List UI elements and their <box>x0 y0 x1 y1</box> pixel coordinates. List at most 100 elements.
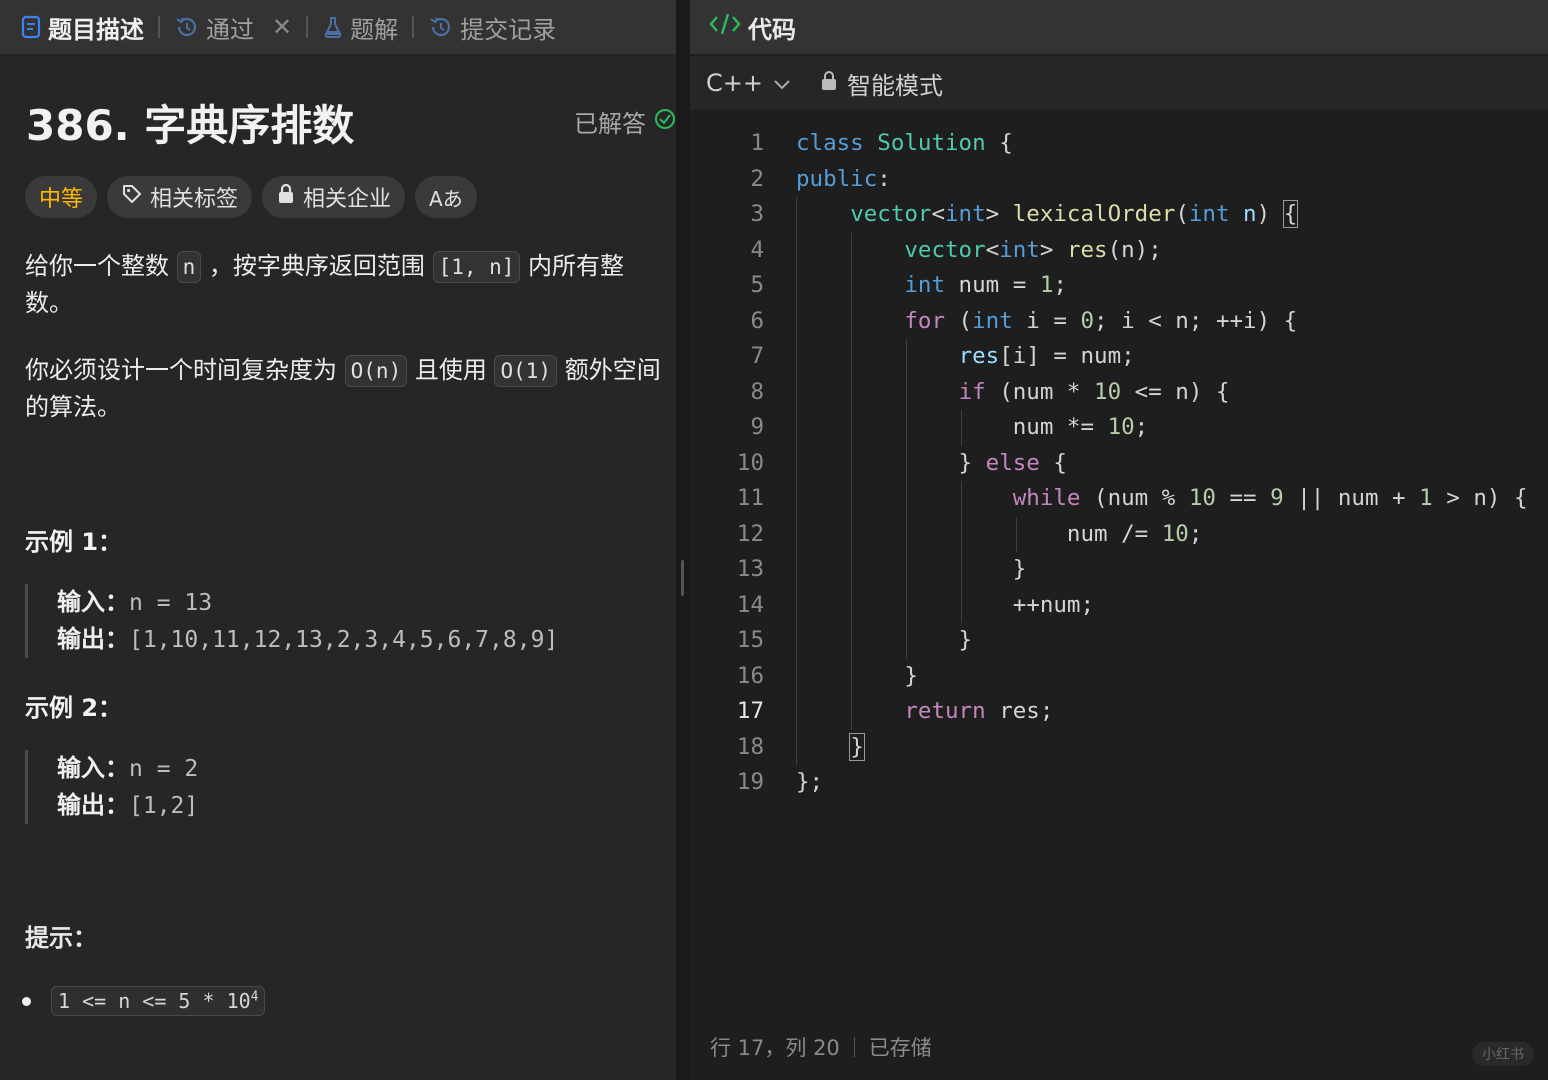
inline-code: n <box>176 251 202 283</box>
solved-label: 已解答 <box>574 110 646 138</box>
line-number: 3 <box>750 201 764 227</box>
line-number: 4 <box>750 236 764 263</box>
input-label: 输入： <box>57 588 129 616</box>
code-header: 代码 <box>690 0 1548 54</box>
code-line: 14 ++num; <box>690 587 1548 623</box>
check-circle-icon <box>654 108 676 136</box>
example-output: [1,2] <box>129 793 199 819</box>
smart-mode-toggle[interactable]: 智能模式 <box>821 66 943 101</box>
example-1-block: 输入：n = 13 输出：[1,10,11,12,13,2,3,4,5,6,7,… <box>25 584 558 658</box>
problem-panel: 题目描述 通过 ✕ 题解 提交记录 386. 字典序排数 已解答 中等 相关标签… <box>0 0 676 1080</box>
example-2-title: 示例 2： <box>25 694 123 722</box>
hints-title: 提示： <box>25 924 97 952</box>
inline-code: [1, n] <box>432 251 521 283</box>
desc-text: 你必须设计一个时间复杂度为 <box>25 356 345 384</box>
constraint-exponent: 4 <box>250 989 259 1005</box>
code-line: 6 for (int i = 0; i < n; ++i) { <box>690 303 1548 339</box>
history-icon <box>174 15 200 39</box>
mode-label: 智能模式 <box>846 71 943 100</box>
line-number: 2 <box>750 165 764 192</box>
related-tags-button[interactable]: 相关标签 <box>107 176 253 218</box>
inline-code: O(1) <box>494 355 558 387</box>
line-number: 12 <box>736 520 764 547</box>
translate-icon: Aあ <box>429 186 463 211</box>
code-line: 7 res[i] = num; <box>690 339 1548 375</box>
code-line: 9 num *= 10; <box>690 410 1548 446</box>
desc-text: 且使用 <box>407 356 495 384</box>
tab-accepted[interactable]: 通过 ✕ <box>174 10 292 45</box>
example-output: [1,10,11,12,13,2,3,4,5,6,7,8,9] <box>129 627 559 653</box>
page-title[interactable]: 386. 字典序排数 <box>26 92 354 153</box>
line-number: 15 <box>736 627 764 653</box>
code-line: 18 } <box>690 729 1548 765</box>
tab-solutions-label: 题解 <box>350 15 399 44</box>
description-paragraph-1: 给你一个整数 n ，按字典序返回范围 [1, n] 内所有整数。 <box>25 248 665 322</box>
tab-accepted-label: 通过 <box>206 15 254 44</box>
hint-item: 1 <= n <= 5 * 104 <box>22 986 266 1016</box>
status-bar: 行 17，列 20 已存储 <box>710 1032 932 1062</box>
line-number: 5 <box>750 272 764 298</box>
font-size-button[interactable]: Aあ <box>415 176 477 218</box>
line-number: 17 <box>736 698 764 724</box>
line-number: 19 <box>736 769 764 795</box>
history-icon <box>428 15 454 39</box>
example-2-block: 输入：n = 2 输出：[1,2] <box>25 750 198 824</box>
tag-icon <box>121 183 143 211</box>
code-line: 19}; <box>690 765 1548 801</box>
tab-solutions[interactable]: 题解 <box>322 10 398 45</box>
difficulty-badge: 中等 <box>25 176 98 218</box>
code-line: 13 } <box>690 552 1548 588</box>
language-label: C++ <box>706 69 763 97</box>
code-line: 2 public: <box>690 162 1548 198</box>
line-number: 13 <box>736 556 764 582</box>
watermark-logo: 小红书 <box>1472 1042 1534 1066</box>
code-line: 16 } <box>690 658 1548 694</box>
line-number: 16 <box>736 662 764 689</box>
code-line: 3 vector<int> lexicalOrder(int n) { <box>690 197 1548 233</box>
desc-text: ，按字典序返回范围 <box>201 252 433 280</box>
output-label: 输出： <box>57 625 129 653</box>
cursor-position[interactable]: 行 17，列 20 <box>710 1032 840 1062</box>
line-number: 11 <box>736 485 764 511</box>
tab-divider <box>306 16 309 38</box>
line-number: 9 <box>750 414 764 440</box>
panel-resize-handle[interactable] <box>676 0 690 1080</box>
line-number: 18 <box>736 733 764 760</box>
close-icon[interactable]: ✕ <box>272 13 292 41</box>
title-row: 386. 字典序排数 已解答 <box>26 92 676 153</box>
example-input: n = 13 <box>129 590 213 616</box>
flask-icon <box>322 15 344 39</box>
code-editor[interactable]: 1 class Solution { 2 public: 3 vector<int>… <box>690 126 1548 801</box>
line-number: 7 <box>750 343 764 369</box>
tab-description-label: 题目描述 <box>48 15 144 44</box>
tab-description[interactable]: 题目描述 <box>20 10 144 45</box>
status-divider <box>853 1037 855 1057</box>
line-number: 14 <box>736 591 764 618</box>
line-number: 10 <box>736 449 764 476</box>
tab-submissions-label: 提交记录 <box>460 15 557 44</box>
tab-divider <box>412 16 415 38</box>
drag-handle-icon[interactable] <box>681 560 684 596</box>
lock-icon <box>276 183 296 211</box>
line-number: 8 <box>750 378 764 405</box>
save-status: 已存储 <box>868 1036 932 1060</box>
code-line: 4 vector<int> res(n); <box>690 232 1548 268</box>
example-1-title: 示例 1： <box>25 528 123 556</box>
bullet-icon <box>22 996 31 1006</box>
difficulty-label: 中等 <box>39 187 84 212</box>
input-label: 输入： <box>57 754 129 782</box>
desc-text: 给你一个整数 <box>25 252 177 280</box>
code-line: 12 num /= 10; <box>690 516 1548 552</box>
related-companies-button[interactable]: 相关企业 <box>262 176 406 218</box>
code-line: 15 } <box>690 623 1548 659</box>
tab-submissions[interactable]: 提交记录 <box>428 10 556 45</box>
language-select[interactable]: C++ <box>706 69 791 97</box>
constraint-text: 1 <= n <= 5 * 10 <box>58 989 251 1013</box>
chevron-down-icon <box>773 69 791 97</box>
description-paragraph-2: 你必须设计一个时间复杂度为 O(n) 且使用 O(1) 额外空间的算法。 <box>25 352 665 426</box>
code-line: 11 while (num % 10 == 9 || num + 1 > n) … <box>690 481 1548 517</box>
constraint-code: 1 <= n <= 5 * 104 <box>51 986 266 1016</box>
line-number: 1 <box>750 130 764 156</box>
code-panel: 代码 C++ 智能模式 1 class Solution { 2 public: 3… <box>690 0 1548 1080</box>
example-input: n = 2 <box>129 756 199 782</box>
